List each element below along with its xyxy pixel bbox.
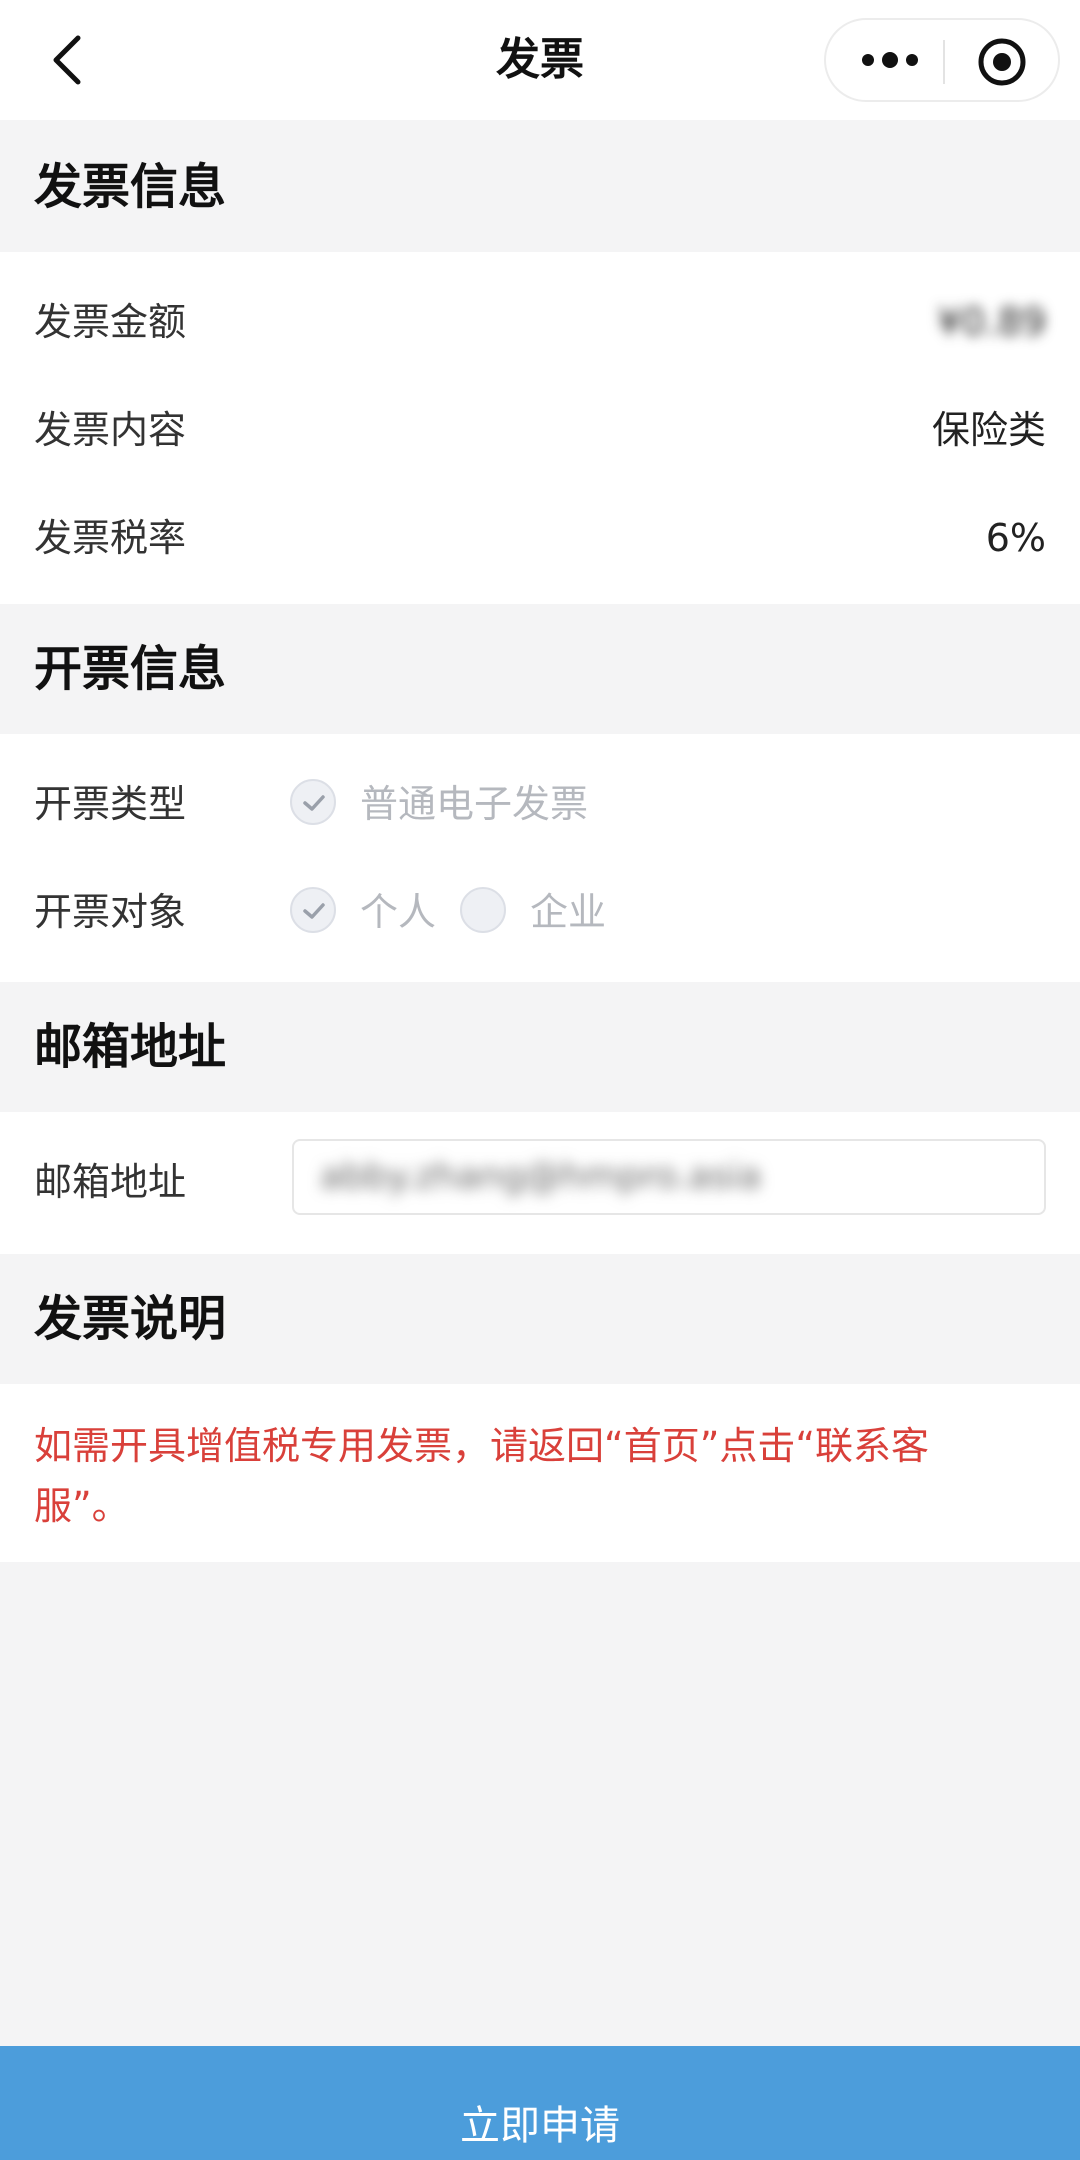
close-target-icon[interactable] — [976, 36, 1028, 88]
email-card: 邮箱地址 abby.zhang@hmpro.asia — [0, 1112, 1080, 1254]
section-title: 发票信息 — [34, 159, 227, 215]
mini-program-capsule — [824, 18, 1060, 102]
radio-option-label: 普通电子发票 — [360, 782, 589, 826]
invoice-tax-rate-value: 6% — [985, 516, 1046, 560]
issue-type-option-electronic[interactable]: 普通电子发票 — [290, 750, 690, 858]
issue-type-label: 开票类型 — [34, 782, 187, 826]
section-title: 邮箱地址 — [34, 1019, 227, 1075]
notes-card: 如需开具增值税专用发票，请返回“首页”点击“联系客服”。 — [0, 1384, 1080, 1562]
invoice-content-label: 发票内容 — [34, 408, 187, 452]
section-title: 开票信息 — [34, 641, 227, 697]
invoice-content-value: 保险类 — [931, 408, 1046, 452]
issue-type-row: 开票类型 普通电子发票 — [0, 750, 1080, 858]
issue-target-option-personal[interactable]: 个人 — [290, 858, 440, 966]
invoice-tax-rate-label: 发票税率 — [34, 516, 187, 560]
issue-info-card: 开票类型 普通电子发票 开票对象 个人 企业 — [0, 734, 1080, 982]
invoice-info-card: 发票金额 ¥0.89 发票内容 保险类 发票税率 6% — [0, 252, 1080, 604]
issue-target-option-company[interactable]: 企业 — [460, 858, 630, 966]
invoice-amount-value: ¥0.89 — [937, 300, 1046, 344]
radio-checked-icon — [290, 779, 336, 825]
nav-bar: 发票 — [0, 0, 1080, 120]
issue-target-row: 开票对象 个人 企业 — [0, 858, 1080, 966]
invoice-note-text: 如需开具增值税专用发票，请返回“首页”点击“联系客服”。 — [34, 1424, 930, 1528]
invoice-amount-row: 发票金额 ¥0.89 — [0, 268, 1080, 376]
radio-option-label: 个人 — [360, 890, 437, 934]
invoice-content-row: 发票内容 保险类 — [0, 376, 1080, 484]
email-value: abby.zhang@hmpro.asia — [320, 1156, 762, 1197]
invoice-tax-rate-row: 发票税率 6% — [0, 484, 1080, 592]
invoice-amount-label: 发票金额 — [34, 300, 187, 344]
section-header-invoice-info: 发票信息 — [0, 122, 1080, 252]
email-label: 邮箱地址 — [34, 1160, 187, 1204]
section-header-issue-info: 开票信息 — [0, 604, 1080, 734]
capsule-divider — [943, 40, 945, 84]
radio-option-label: 企业 — [530, 890, 607, 934]
section-header-notes: 发票说明 — [0, 1254, 1080, 1384]
radio-unchecked-icon — [460, 887, 506, 933]
email-input[interactable]: abby.zhang@hmpro.asia — [292, 1139, 1046, 1215]
section-title: 发票说明 — [34, 1291, 227, 1347]
radio-checked-icon — [290, 887, 336, 933]
more-dots-icon[interactable] — [858, 40, 922, 80]
apply-button[interactable]: 立即申请 — [0, 2046, 1080, 2160]
issue-target-label: 开票对象 — [34, 890, 187, 934]
section-header-email: 邮箱地址 — [0, 982, 1080, 1112]
